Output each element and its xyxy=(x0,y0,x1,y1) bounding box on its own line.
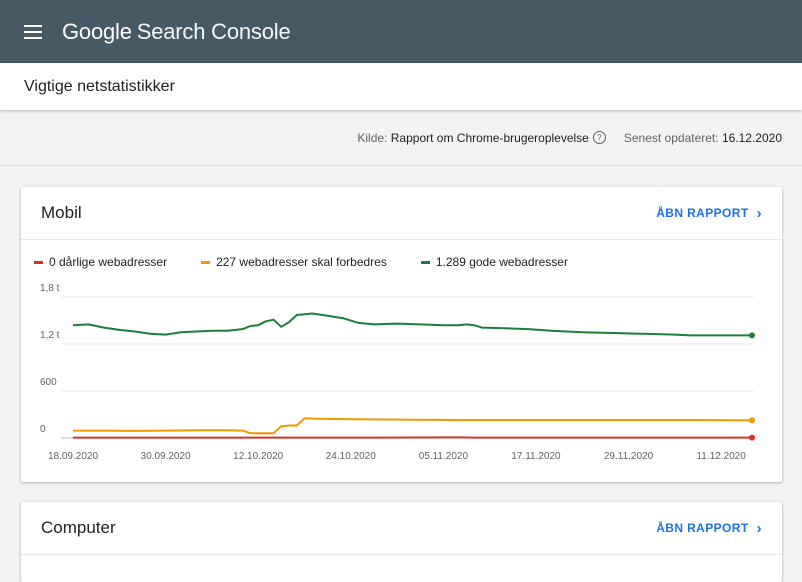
x-tick-label: 05.11.2020 xyxy=(419,451,469,462)
y-tick-label: 600 xyxy=(40,377,57,388)
brand-product: Search Console xyxy=(137,19,291,45)
report-meta: Kilde: Rapport om Chrome-brugeroplevelse… xyxy=(0,110,802,166)
app-logo[interactable]: Google Search Console xyxy=(62,19,291,45)
page-title: Vigtige netstatistikker xyxy=(24,78,175,96)
app-bar: Google Search Console xyxy=(0,0,802,63)
computer-card-header: Computer ÅBN RAPPORT › xyxy=(21,502,782,555)
series-line[interactable] xyxy=(73,418,752,433)
help-icon[interactable]: ? xyxy=(593,131,606,144)
y-tick-label: 1,2 t xyxy=(40,330,60,341)
series-end-point[interactable] xyxy=(749,435,755,441)
source-value: Rapport om Chrome-brugeroplevelse xyxy=(391,131,589,145)
series-line[interactable] xyxy=(73,314,752,336)
mobile-card: Mobil ÅBN RAPPORT › 0 dårlige webadresse… xyxy=(21,187,782,482)
source-label: Kilde: xyxy=(357,131,387,145)
series-end-point[interactable] xyxy=(749,332,755,338)
brand-google: Google xyxy=(62,19,132,45)
x-tick-label: 18.09.2020 xyxy=(48,451,98,462)
y-tick-label: 0 xyxy=(40,424,46,435)
updated-label: Senest opdateret: xyxy=(624,131,719,145)
page-header: Vigtige netstatistikker xyxy=(0,63,802,110)
computer-open-report-label: ÅBN RAPPORT xyxy=(656,521,748,535)
x-tick-label: 17.11.2020 xyxy=(511,451,561,462)
x-tick-label: 24.10.2020 xyxy=(326,451,376,462)
chevron-right-icon: › xyxy=(757,520,762,537)
computer-open-report-link[interactable]: ÅBN RAPPORT › xyxy=(656,520,762,537)
x-tick-label: 11.12.2020 xyxy=(696,451,746,462)
x-tick-label: 12.10.2020 xyxy=(233,451,283,462)
mobile-chart: 0 600 1,2 t 1,8 t 18.09.2020 30.09.2020 12.10.… xyxy=(21,187,782,482)
computer-card-title: Computer xyxy=(41,518,116,538)
updated-value: 16.12.2020 xyxy=(722,131,782,145)
menu-icon[interactable] xyxy=(24,21,46,43)
x-tick-label: 29.11.2020 xyxy=(604,451,654,462)
series-end-point[interactable] xyxy=(749,417,755,423)
x-tick-label: 30.09.2020 xyxy=(141,451,191,462)
y-tick-label: 1,8 t xyxy=(40,283,60,294)
computer-card: Computer ÅBN RAPPORT › xyxy=(21,502,782,582)
